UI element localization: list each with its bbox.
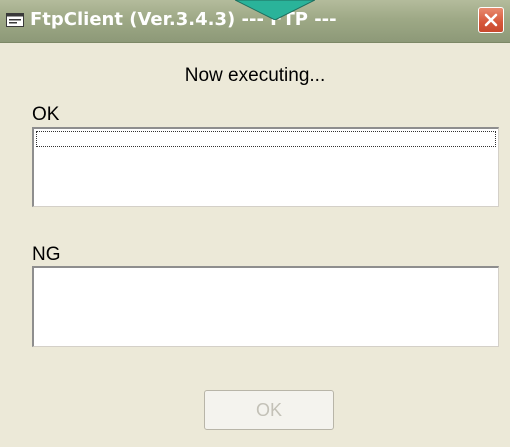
dialog-window: FtpClient (Ver.3.4.3) --- FTP --- Now ex… [0,0,510,447]
app-window-icon [6,13,24,27]
ok-button[interactable]: OK [204,390,334,430]
close-icon [484,13,498,27]
status-message: Now executing... [184,65,326,86]
close-button[interactable] [478,7,504,33]
list-focus-row [36,131,496,147]
ok-results-list[interactable] [32,127,499,207]
pointer-arrow-icon [235,0,315,20]
ng-results-list[interactable] [32,266,499,347]
ok-section-label: OK [32,104,60,125]
ng-section-label: NG [32,244,61,265]
